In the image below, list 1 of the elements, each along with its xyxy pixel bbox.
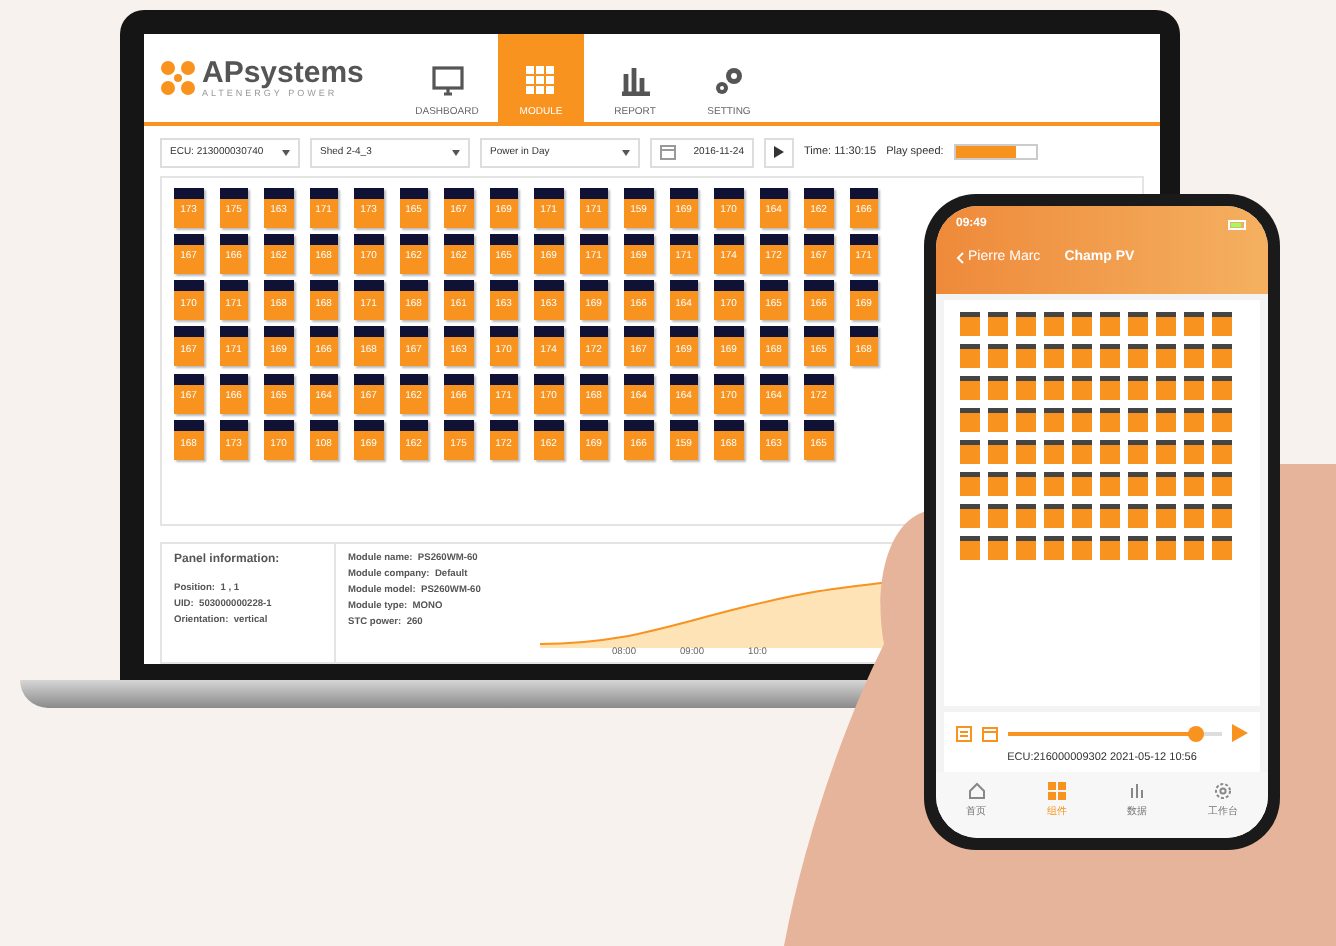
brand-name: APsystems xyxy=(202,57,364,88)
